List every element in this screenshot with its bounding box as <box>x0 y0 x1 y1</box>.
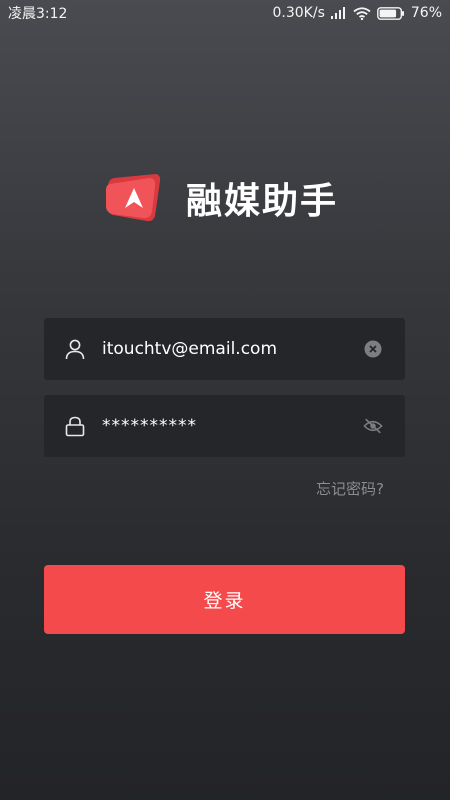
wifi-icon <box>353 6 371 20</box>
battery-level: 76% <box>410 5 442 21</box>
battery-icon <box>376 6 405 20</box>
signal-icon <box>330 7 347 19</box>
forgot-password-link[interactable]: 忘记密码? <box>316 478 384 499</box>
network-speed: 0.30K/s <box>272 5 325 21</box>
username-input[interactable] <box>102 334 363 364</box>
username-field[interactable] <box>44 318 405 380</box>
app-name: 融媒助手 <box>186 181 339 222</box>
app-branding: 融媒助手 <box>104 172 338 224</box>
login-button[interactable]: 登录 <box>44 565 405 634</box>
user-icon <box>64 338 86 360</box>
status-time: 凌晨3:12 <box>8 6 68 22</box>
status-bar: 凌晨3:12 0.30K/s 76% <box>0 0 450 26</box>
password-input[interactable] <box>102 411 363 441</box>
password-field[interactable] <box>44 395 405 457</box>
eye-off-icon[interactable] <box>363 416 383 436</box>
app-logo-icon <box>104 172 162 224</box>
lock-icon <box>64 415 86 437</box>
clear-icon[interactable] <box>363 339 383 359</box>
